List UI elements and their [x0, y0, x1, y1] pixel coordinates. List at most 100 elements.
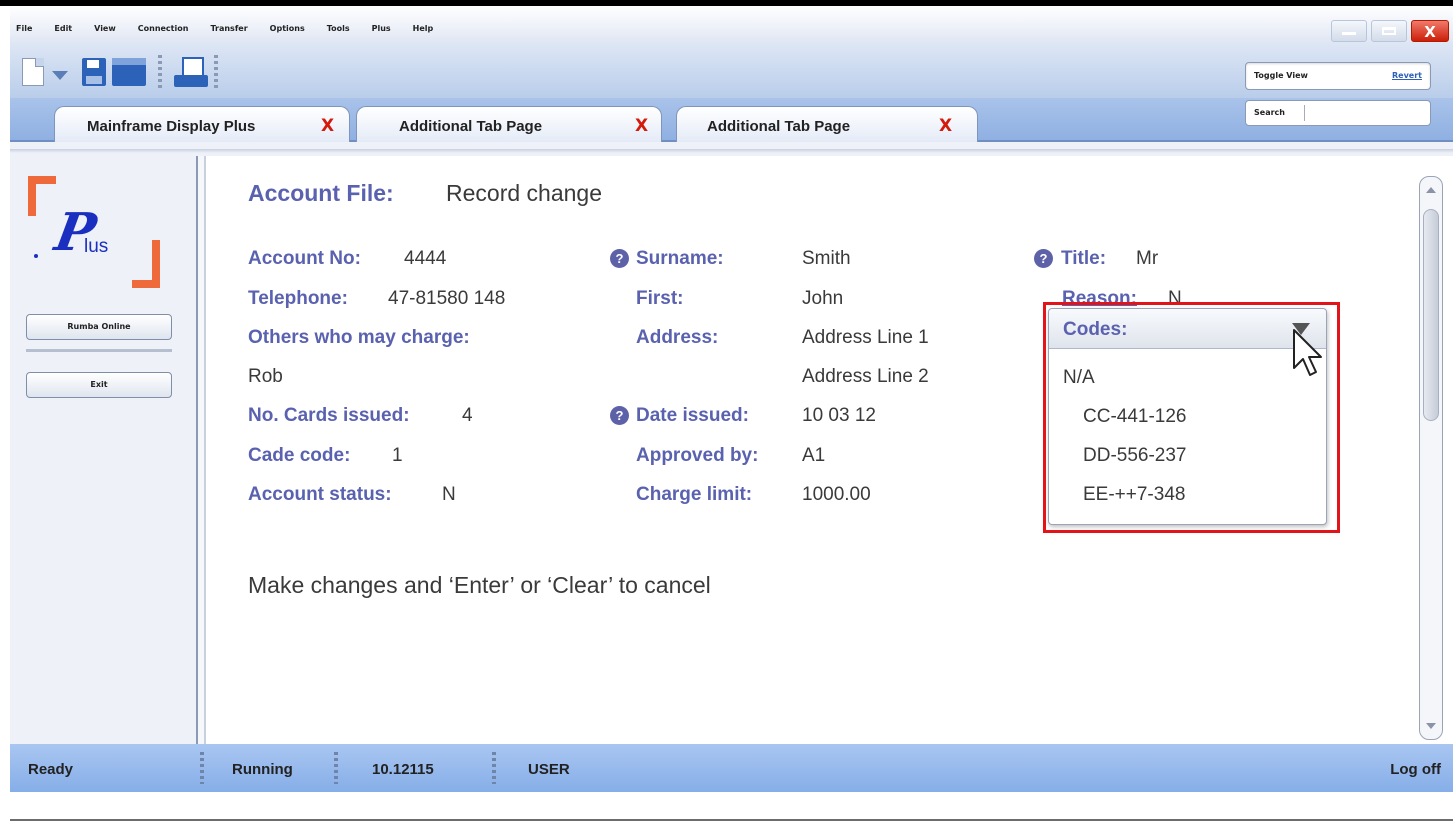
- surname-field[interactable]: Smith: [802, 248, 851, 270]
- save-icon[interactable]: [82, 58, 106, 86]
- title-help-icon[interactable]: ?: [1034, 249, 1053, 268]
- status-running: Running: [232, 761, 293, 778]
- address-line1-field[interactable]: Address Line 1: [802, 327, 929, 349]
- toggle-view-box: Toggle View Revert: [1245, 62, 1431, 90]
- tab-label: Additional Tab Page: [399, 118, 543, 135]
- address-label: Address:: [636, 327, 719, 348]
- status-user: USER: [528, 761, 570, 778]
- status-separator: [492, 752, 496, 784]
- search-input[interactable]: Search: [1245, 100, 1431, 126]
- account-no-field[interactable]: 4444: [404, 248, 446, 270]
- scroll-up-icon[interactable]: [1422, 181, 1440, 199]
- menu-help[interactable]: Help: [413, 24, 434, 33]
- cards-issued-label: No. Cards issued:: [248, 405, 410, 426]
- maximize-button[interactable]: [1371, 20, 1407, 42]
- surname-label: Surname:: [636, 248, 724, 269]
- sidebar-separator: [26, 349, 172, 352]
- new-dropdown-arrow-icon[interactable]: [52, 70, 68, 80]
- first-name-field[interactable]: John: [802, 288, 843, 310]
- bottom-strip: [10, 792, 1453, 821]
- scroll-thumb[interactable]: [1423, 209, 1439, 421]
- others-field[interactable]: Rob: [248, 366, 283, 388]
- cade-code-label: Cade code:: [248, 445, 351, 466]
- rumba-online-button[interactable]: Rumba Online: [26, 314, 172, 340]
- menu-options[interactable]: Options: [270, 24, 305, 33]
- print-icon[interactable]: [174, 57, 208, 87]
- account-status-label: Account status:: [248, 484, 392, 505]
- scroll-down-icon[interactable]: [1422, 717, 1440, 735]
- toolbar: Toggle View Revert: [10, 44, 1453, 98]
- toolbar-icons: [22, 52, 230, 92]
- menu-edit[interactable]: Edit: [54, 24, 72, 33]
- title-field[interactable]: Mr: [1136, 248, 1158, 270]
- logo-corner-bottom-right: [132, 240, 160, 288]
- tab-label: Additional Tab Page: [707, 118, 851, 135]
- logo-corner-top-left: [28, 176, 56, 216]
- menu-connection[interactable]: Connection: [138, 24, 189, 33]
- first-name-label: First:: [636, 288, 684, 309]
- tab-bar: Mainframe Display Plus X Additional Tab …: [10, 98, 1453, 142]
- status-ready: Ready: [28, 761, 74, 778]
- tab-additional-2[interactable]: Additional Tab Page X: [676, 106, 978, 142]
- tab-close-icon[interactable]: X: [321, 116, 334, 136]
- new-document-icon[interactable]: [22, 58, 44, 86]
- approved-by-label: Approved by:: [636, 445, 759, 466]
- charge-limit-field[interactable]: 1000.00: [802, 484, 871, 506]
- toggle-view-button[interactable]: Toggle View: [1254, 71, 1308, 80]
- menu-items: File Edit View Connection Transfer Optio…: [16, 24, 455, 33]
- status-version: 10.12115: [372, 761, 434, 778]
- address-line2-field[interactable]: Address Line 2: [802, 366, 929, 388]
- date-issued-help-icon[interactable]: ?: [610, 406, 629, 425]
- account-no-label: Account No:: [248, 248, 361, 269]
- exit-button[interactable]: Exit: [26, 372, 172, 398]
- logo-dot: [34, 254, 38, 258]
- tab-close-icon[interactable]: X: [939, 116, 952, 136]
- app-window: File Edit View Connection Transfer Optio…: [10, 6, 1453, 821]
- cards-issued-field[interactable]: 4: [462, 405, 473, 427]
- close-window-button[interactable]: [1411, 20, 1449, 42]
- search-label: Search: [1254, 108, 1285, 117]
- window-controls: [1331, 20, 1449, 42]
- menu-file[interactable]: File: [16, 24, 32, 33]
- surname-help-icon[interactable]: ?: [610, 249, 629, 268]
- status-separator: [200, 752, 204, 784]
- status-bar: Ready Running 10.12115 USER Log off: [10, 744, 1453, 792]
- tab-label: Mainframe Display Plus: [87, 118, 256, 135]
- logo-text: lus: [84, 236, 109, 257]
- title-label: Title:: [1061, 248, 1107, 269]
- cade-code-field[interactable]: 1: [392, 445, 403, 467]
- menu-view[interactable]: View: [94, 24, 116, 33]
- vertical-scrollbar[interactable]: [1414, 156, 1453, 744]
- tab-mainframe-display-plus[interactable]: Mainframe Display Plus X: [54, 106, 350, 142]
- mouse-pointer-icon: [1293, 329, 1322, 376]
- date-issued-field[interactable]: 10 03 12: [802, 405, 876, 427]
- menu-transfer[interactable]: Transfer: [210, 24, 247, 33]
- mainframe-display: Account File: Record change Account No: …: [206, 156, 1414, 744]
- instruction-message: Make changes and ‘Enter’ or ‘Clear’ to c…: [248, 572, 711, 598]
- scroll-track[interactable]: [1419, 176, 1443, 740]
- left-panel: P lus Rumba Online Exit: [10, 156, 192, 744]
- approved-by-field[interactable]: A1: [802, 445, 825, 467]
- menu-tools[interactable]: Tools: [327, 24, 350, 33]
- charge-limit-label: Charge limit:: [636, 484, 753, 505]
- menu-bar: File Edit View Connection Transfer Optio…: [10, 6, 1453, 44]
- status-separator: [334, 752, 338, 784]
- display-icon[interactable]: [112, 58, 146, 86]
- tab-close-icon[interactable]: X: [635, 116, 648, 136]
- account-status-field[interactable]: N: [442, 484, 456, 506]
- minimize-button[interactable]: [1331, 20, 1367, 42]
- divider: [10, 149, 1453, 153]
- panel-splitter[interactable]: [196, 156, 206, 744]
- screen-title-value: Record change: [446, 180, 602, 206]
- screen-title-label: Account File:: [248, 180, 394, 206]
- menu-plus[interactable]: Plus: [372, 24, 391, 33]
- date-issued-label: Date issued:: [636, 405, 749, 426]
- plus-logo: P lus: [28, 176, 160, 288]
- revert-link[interactable]: Revert: [1392, 71, 1422, 80]
- tab-additional-1[interactable]: Additional Tab Page X: [356, 106, 662, 142]
- others-label: Others who may charge:: [248, 327, 470, 348]
- telephone-field[interactable]: 47-81580 148: [388, 288, 505, 310]
- log-off-link[interactable]: Log off: [1390, 761, 1441, 778]
- telephone-label: Telephone:: [248, 288, 348, 309]
- toolbar-separator: [158, 55, 162, 89]
